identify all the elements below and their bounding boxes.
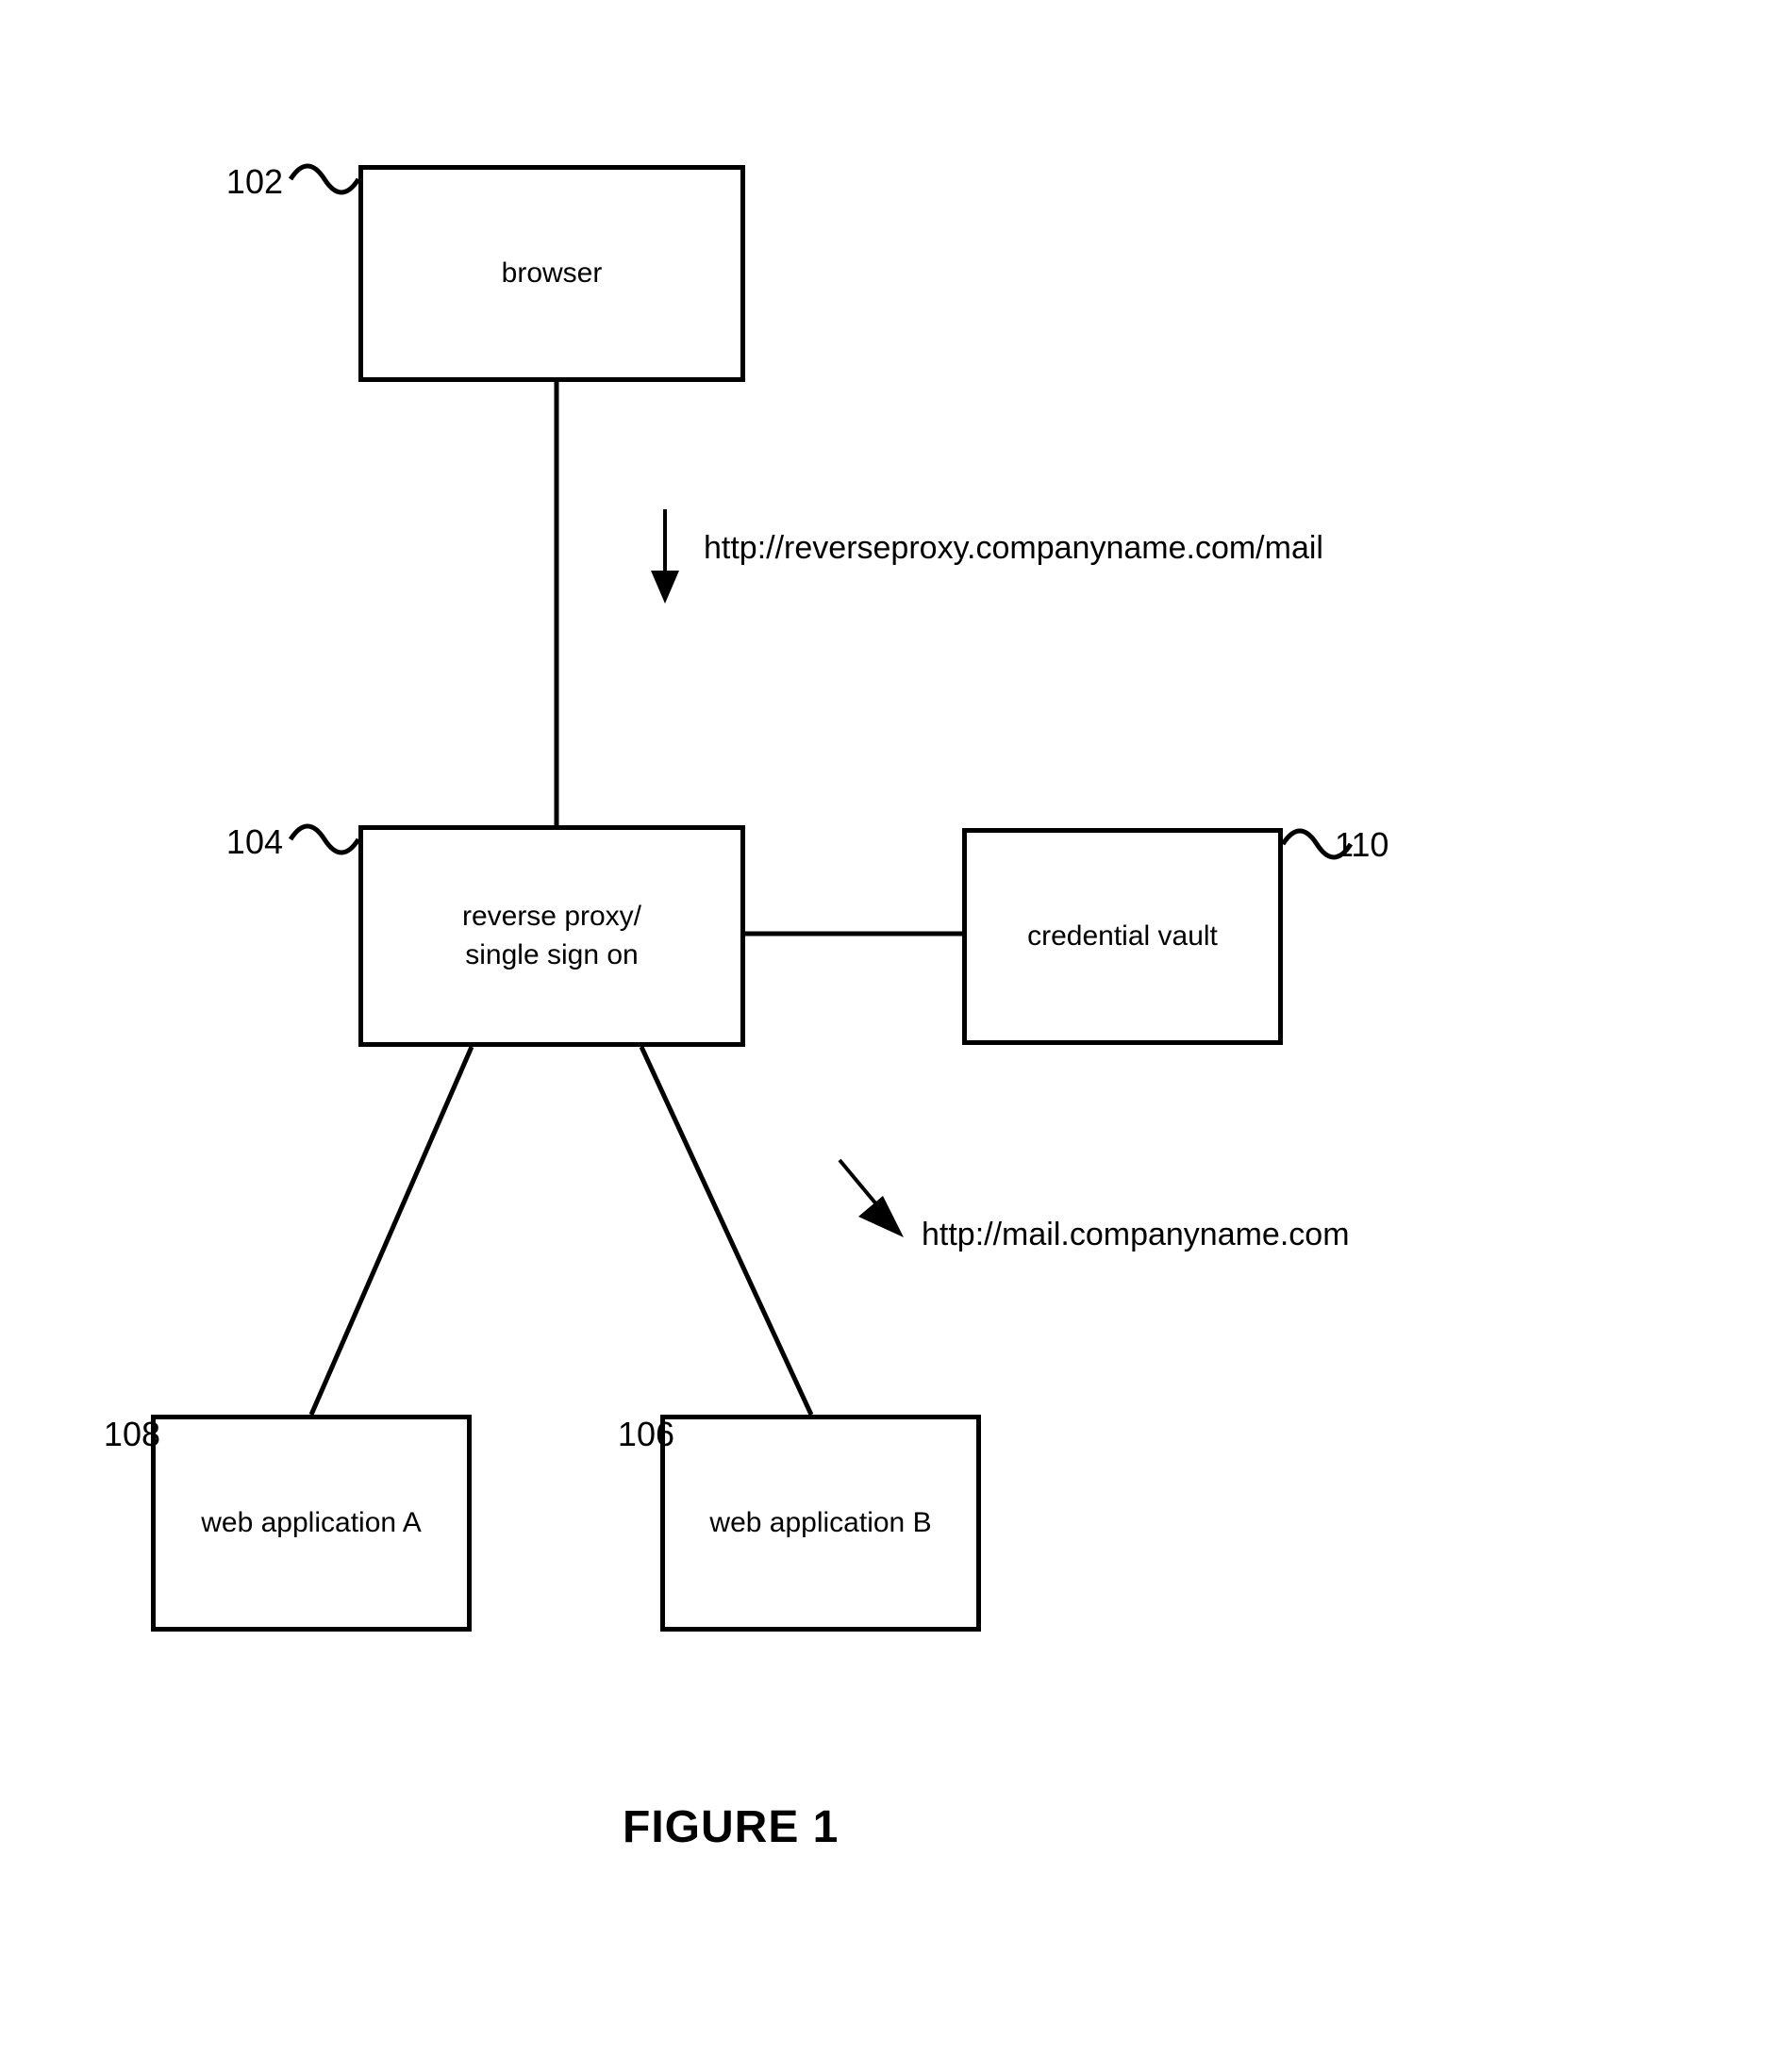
node-browser-label: browser	[502, 255, 603, 293]
ref-app-b: 106	[599, 1415, 674, 1454]
node-proxy: reverse proxy/ single sign on	[358, 825, 745, 1047]
diagram-connectors	[0, 0, 1779, 2072]
node-browser: browser	[358, 165, 745, 382]
ref-vault: 110	[1335, 825, 1420, 865]
node-app-a: web application A	[151, 1415, 472, 1632]
node-vault: credential vault	[962, 828, 1283, 1045]
ref-proxy: 104	[208, 822, 283, 862]
annotation-url-bottom: http://mail.companyname.com	[922, 1217, 1350, 1253]
annotation-url-top: http://reverseproxy.companyname.com/mail	[704, 530, 1323, 567]
node-proxy-label: reverse proxy/ single sign on	[462, 898, 641, 974]
node-vault-label: credential vault	[1027, 918, 1218, 956]
node-app-b-label: web application B	[709, 1504, 931, 1543]
node-app-a-label: web application A	[201, 1504, 422, 1543]
node-app-b: web application B	[660, 1415, 981, 1632]
figure-caption: FIGURE 1	[623, 1801, 839, 1853]
ref-app-a: 108	[85, 1415, 160, 1454]
ref-browser: 102	[208, 162, 283, 202]
